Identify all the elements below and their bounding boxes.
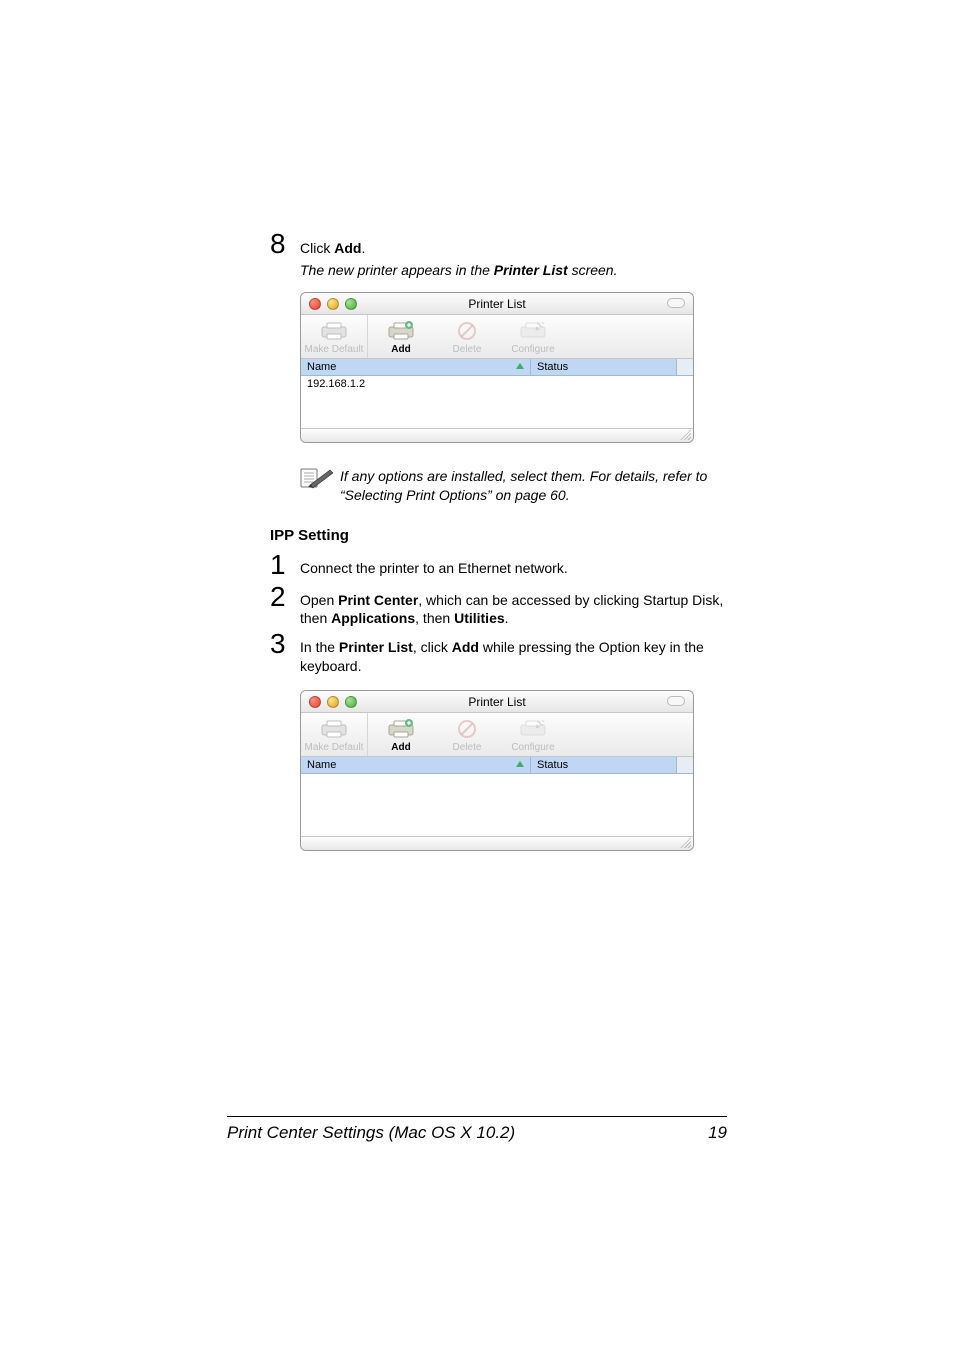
step-1-text: Connect the printer to an Ethernet netwo… <box>300 550 568 581</box>
add-label: Add <box>391 742 410 753</box>
list-body <box>301 774 693 836</box>
step-2: 2 Open Print Center, which can be access… <box>270 582 724 629</box>
column-name[interactable]: Name <box>301 359 531 375</box>
step-8-bold: Add <box>334 240 361 256</box>
statusbar <box>301 836 693 850</box>
t: Print Center <box>338 592 418 608</box>
step-2-text: Open Print Center, which can be accessed… <box>300 582 724 629</box>
t: Applications <box>331 610 415 626</box>
t: Printer List <box>339 639 413 655</box>
sort-asc-icon <box>516 761 524 767</box>
step-3: 3 In the Printer List, click Add while p… <box>270 629 724 676</box>
step-8-result-pre: The new printer appears in the <box>300 262 494 278</box>
printer-icon <box>321 320 347 342</box>
resize-grip-icon[interactable] <box>679 836 691 848</box>
step-8-result: The new printer appears in the Printer L… <box>300 262 724 278</box>
t: Add <box>452 639 479 655</box>
note: If any options are installed, select the… <box>300 467 724 505</box>
delete-button: Delete <box>434 713 500 756</box>
t: In the <box>300 639 339 655</box>
mac-window: Printer List Make Default Add <box>300 292 694 443</box>
step-3-text: In the Printer List, click Add while pre… <box>300 629 724 676</box>
statusbar <box>301 428 693 442</box>
page-number: 19 <box>708 1123 727 1143</box>
column-status-label: Status <box>537 759 568 771</box>
step-8-post: . <box>361 240 365 256</box>
t: , click <box>413 639 452 655</box>
add-label: Add <box>391 344 410 355</box>
titlebar: Printer List <box>301 293 693 315</box>
step-number: 3 <box>270 629 288 676</box>
sort-asc-icon <box>516 363 524 369</box>
configure-label: Configure <box>511 344 554 355</box>
window-title: Printer List <box>301 691 693 713</box>
note-text: If any options are installed, select the… <box>340 467 724 505</box>
make-default-label: Make Default <box>305 344 364 355</box>
step-number: 2 <box>270 582 288 629</box>
column-status[interactable]: Status <box>531 757 677 773</box>
add-button[interactable]: Add <box>368 315 434 358</box>
window-title: Printer List <box>301 293 693 315</box>
step-8: 8 Click Add. <box>270 230 724 258</box>
page: 8 Click Add. The new printer appears in … <box>0 0 954 1350</box>
column-header: Name Status <box>301 359 693 376</box>
section-heading: IPP Setting <box>270 527 724 544</box>
t: . <box>505 610 509 626</box>
make-default-label: Make Default <box>305 742 364 753</box>
toolbar: Make Default Add Delete <box>301 713 693 757</box>
column-name[interactable]: Name <box>301 757 531 773</box>
column-name-label: Name <box>307 361 336 373</box>
printer-list-window-1: Printer List Make Default Add <box>300 292 724 443</box>
printer-ip: 192.168.1.2 <box>307 378 365 390</box>
table-row[interactable]: 192.168.1.2 <box>301 376 693 390</box>
footer-title: Print Center Settings (Mac OS X 10.2) <box>227 1123 515 1143</box>
configure-icon <box>520 718 546 740</box>
step-8-result-post: screen. <box>568 262 618 278</box>
printer-add-icon <box>388 320 414 342</box>
mac-window: Printer List Make Default Add <box>300 690 694 851</box>
add-button[interactable]: Add <box>368 713 434 756</box>
toolbar: Make Default Add Delete <box>301 315 693 359</box>
note-icon <box>300 467 340 489</box>
page-footer: Print Center Settings (Mac OS X 10.2) 19 <box>227 1116 727 1143</box>
column-name-label: Name <box>307 759 336 771</box>
list-body: 192.168.1.2 <box>301 376 693 428</box>
t: Utilities <box>454 610 505 626</box>
column-scroll-gutter <box>677 757 693 773</box>
make-default-button: Make Default <box>301 713 367 756</box>
delete-label: Delete <box>453 344 482 355</box>
column-scroll-gutter <box>677 359 693 375</box>
step-8-result-bold: Printer List <box>494 262 568 278</box>
resize-grip-icon[interactable] <box>679 428 691 440</box>
t: , then <box>415 610 454 626</box>
step-8-pre: Click <box>300 240 334 256</box>
t: Open <box>300 592 338 608</box>
step-number: 8 <box>270 230 288 258</box>
configure-button: Configure <box>500 315 566 358</box>
column-status-label: Status <box>537 361 568 373</box>
configure-button: Configure <box>500 713 566 756</box>
step-number: 1 <box>270 550 288 581</box>
printer-list-window-2: Printer List Make Default Add <box>300 690 724 851</box>
configure-icon <box>520 320 546 342</box>
printer-icon <box>321 718 347 740</box>
step-list: 1 Connect the printer to an Ethernet net… <box>270 550 724 676</box>
printer-add-icon <box>388 718 414 740</box>
forbid-icon <box>457 718 477 740</box>
delete-button: Delete <box>434 315 500 358</box>
toolbar-toggle-icon[interactable] <box>667 298 685 308</box>
step-8-text: Click Add. <box>300 240 365 256</box>
column-header: Name Status <box>301 757 693 774</box>
titlebar: Printer List <box>301 691 693 713</box>
step-1: 1 Connect the printer to an Ethernet net… <box>270 550 724 581</box>
make-default-button: Make Default <box>301 315 367 358</box>
delete-label: Delete <box>453 742 482 753</box>
forbid-icon <box>457 320 477 342</box>
configure-label: Configure <box>511 742 554 753</box>
toolbar-toggle-icon[interactable] <box>667 696 685 706</box>
column-status[interactable]: Status <box>531 359 677 375</box>
